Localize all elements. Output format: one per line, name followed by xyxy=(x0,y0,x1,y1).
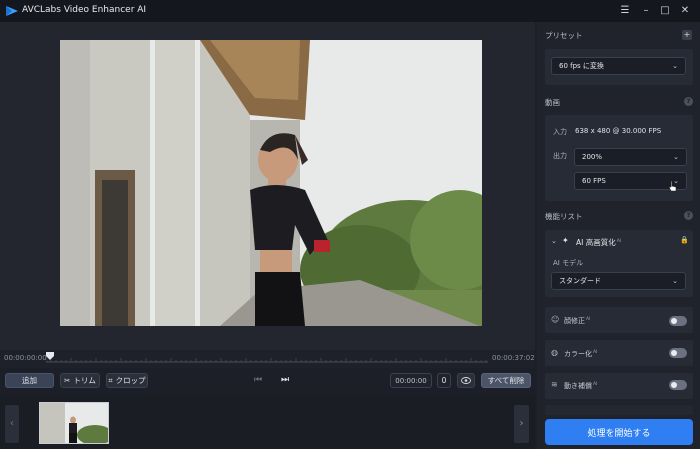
crop-label: クロップ xyxy=(115,376,146,385)
timeline-start-time: 00:00:00:00 xyxy=(4,354,47,362)
ai-model-value: スタンダード xyxy=(559,277,601,285)
chevron-down-icon: ⌄ xyxy=(672,62,678,70)
previous-frame-icon[interactable]: ⏮ xyxy=(254,375,262,385)
motion-feature-label: 動き補償AI xyxy=(564,381,598,390)
eye-icon xyxy=(461,377,471,384)
maximize-icon[interactable]: □ xyxy=(658,4,672,18)
output-scale-dropdown[interactable]: 200% ⌄ xyxy=(574,148,687,166)
input-value: 638 x 480 @ 30.000 FPS xyxy=(575,127,662,135)
video-section-title: 動画 xyxy=(545,98,560,107)
video-frame-image xyxy=(60,40,482,326)
close-icon[interactable]: ✕ xyxy=(678,4,692,18)
add-button[interactable]: 追加 xyxy=(5,373,54,388)
thumbnail-image xyxy=(40,403,108,443)
app-logo-icon xyxy=(6,6,18,16)
face-feature-label: 顔修正AI xyxy=(564,316,591,325)
preview-toggle-button[interactable] xyxy=(457,373,475,388)
motion-icon: ≋ xyxy=(551,380,558,389)
minimize-icon[interactable]: – xyxy=(639,4,653,18)
ai-badge: AI xyxy=(586,316,591,322)
preset-section-title: プリセット xyxy=(545,31,583,40)
scissors-icon: ✂ xyxy=(64,376,71,385)
frame-input[interactable]: 0 xyxy=(437,373,451,388)
output-label: 出力 xyxy=(553,152,567,160)
scroll-right-icon[interactable]: › xyxy=(514,405,529,443)
face-toggle[interactable] xyxy=(669,316,687,326)
colorize-feature-label: カラー化AI xyxy=(564,349,598,358)
cursor-icon xyxy=(668,180,677,192)
ai-badge: AI xyxy=(593,349,598,355)
chevron-down-icon: ⌄ xyxy=(673,153,679,161)
ai-sparkle-icon: ✦ xyxy=(562,236,569,245)
next-frame-icon[interactable]: ⏭ xyxy=(281,375,289,385)
crop-button[interactable]: ⌗ クロップ xyxy=(106,373,148,388)
start-processing-button[interactable]: 処理を開始する xyxy=(545,419,693,445)
playhead-handle[interactable] xyxy=(46,352,54,360)
time-input[interactable]: 00:00:00 xyxy=(390,373,432,388)
video-thumbnail[interactable] xyxy=(39,402,109,444)
app-title: AVCLabs Video Enhancer AI xyxy=(22,5,147,15)
preset-value: 60 fps に変換 xyxy=(559,62,604,70)
palette-icon: ◍ xyxy=(551,348,558,357)
help-icon[interactable]: ? xyxy=(684,97,693,106)
ai-upscale-label: AI 高画質化AI xyxy=(576,238,622,247)
add-preset-icon[interactable]: + xyxy=(682,30,692,40)
colorize-toggle[interactable] xyxy=(669,348,687,358)
scroll-left-icon[interactable]: ‹ xyxy=(5,405,19,443)
trim-label: トリム xyxy=(73,376,96,385)
ai-badge: AI xyxy=(616,238,622,244)
ai-badge: AI xyxy=(593,381,598,387)
menu-icon[interactable]: ☰ xyxy=(618,4,632,18)
crop-icon: ⌗ xyxy=(108,375,113,385)
video-preview[interactable] xyxy=(60,40,482,326)
lock-icon: 🔒 xyxy=(680,236,689,244)
ai-model-label: AI モデル xyxy=(553,259,584,267)
ai-model-dropdown[interactable]: スタンダード ⌄ xyxy=(551,272,686,290)
timeline-ruler[interactable] xyxy=(46,357,488,363)
output-fps-value: 60 FPS xyxy=(582,177,606,185)
preset-dropdown[interactable]: 60 fps に変換 ⌄ xyxy=(551,57,686,75)
feature-item-partial xyxy=(545,405,693,415)
feature-list-title: 機能リスト xyxy=(545,212,583,221)
face-icon: ☺ xyxy=(551,315,560,324)
chevron-down-icon: ⌄ xyxy=(672,277,678,285)
output-scale-value: 200% xyxy=(582,153,603,161)
motion-toggle[interactable] xyxy=(669,380,687,390)
trim-button[interactable]: ✂ トリム xyxy=(60,373,100,388)
expand-chevron-icon[interactable]: ⌄ xyxy=(551,237,557,245)
timeline-end-time: 00:00:37:02 xyxy=(492,354,535,362)
help-icon[interactable]: ? xyxy=(684,211,693,220)
input-label: 入力 xyxy=(553,128,567,136)
clear-all-button[interactable]: すべて削除 xyxy=(481,373,531,388)
